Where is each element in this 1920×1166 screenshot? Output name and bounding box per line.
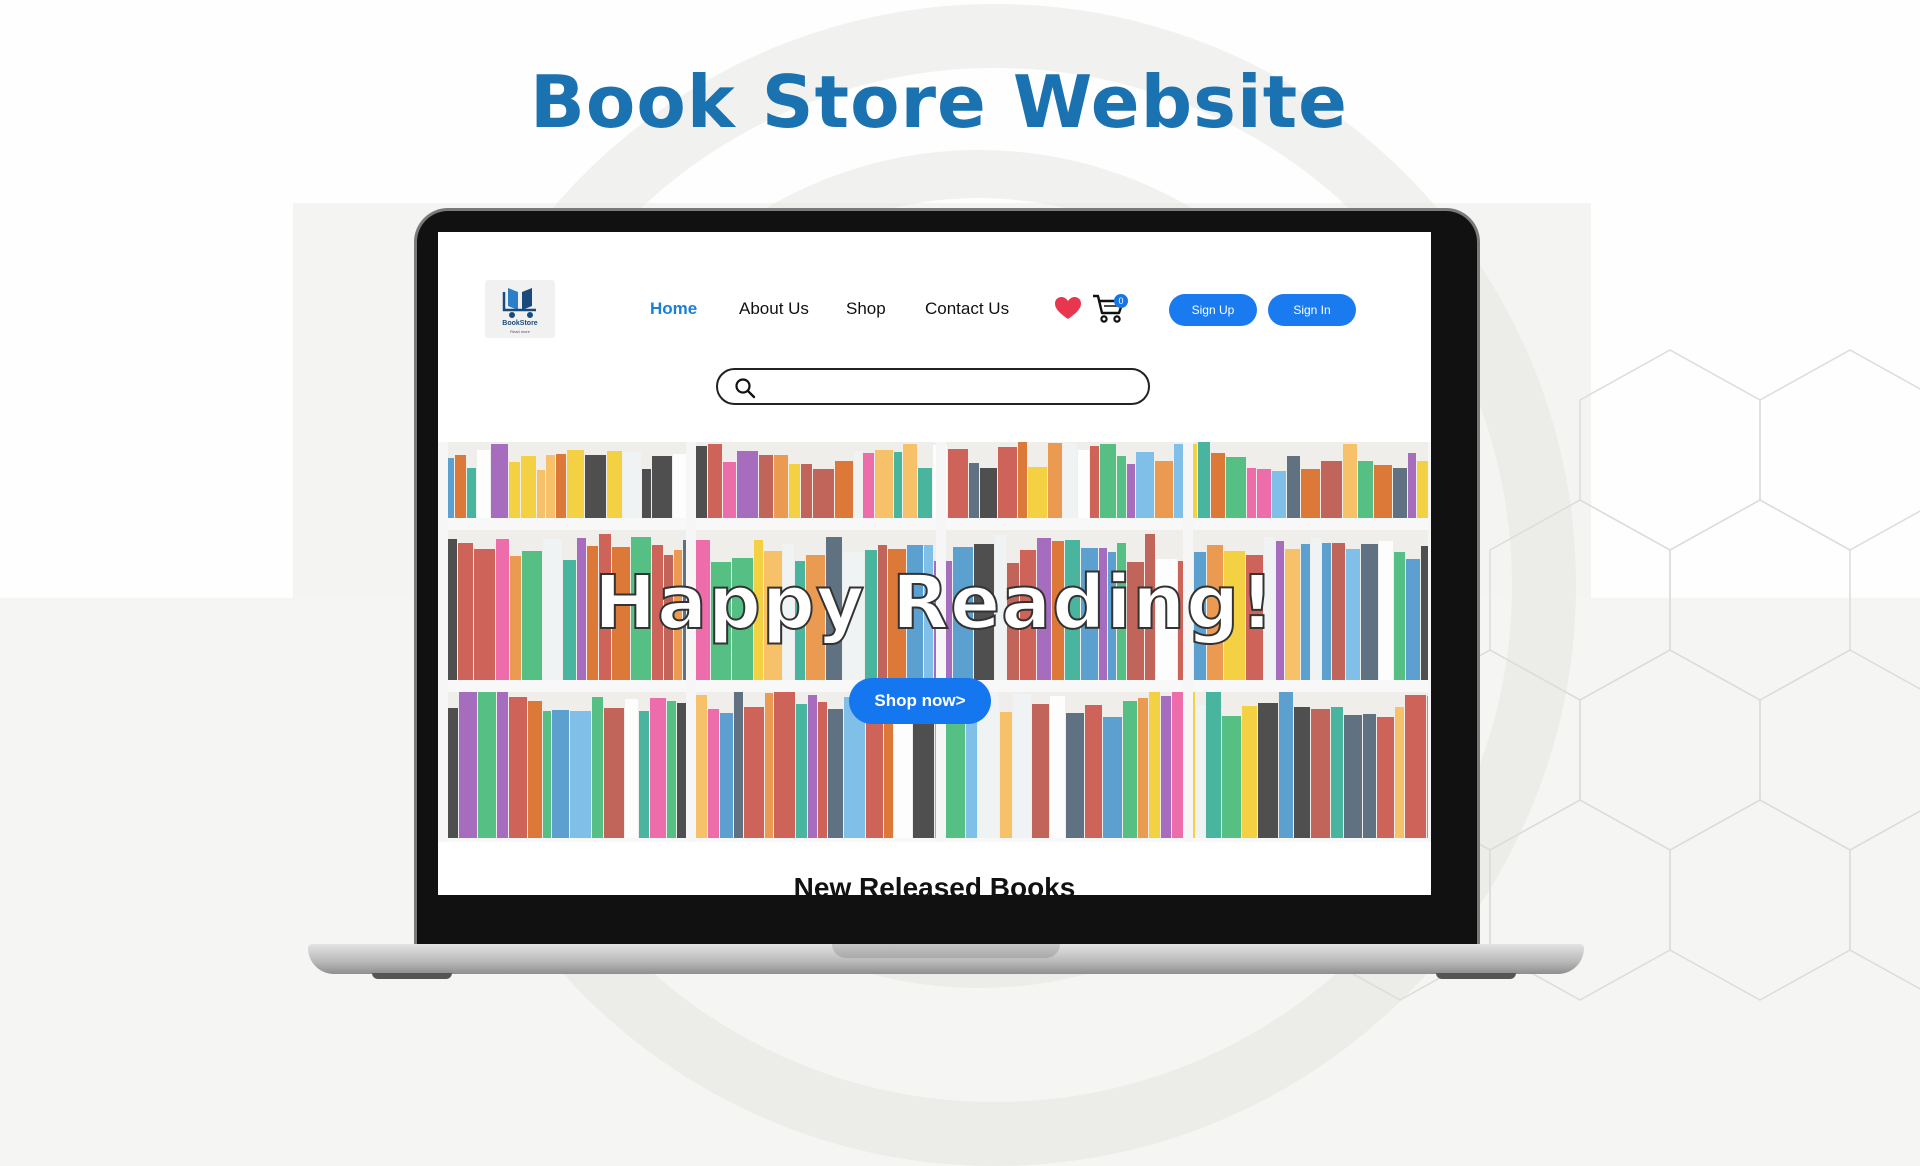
hero-title: Happy Reading! (593, 559, 1275, 647)
book-cart-logo-icon (502, 288, 536, 318)
search-input[interactable] (764, 375, 1138, 401)
laptop-foot-right (1436, 973, 1516, 979)
nav-home[interactable]: Home (650, 299, 697, 319)
hero-banner: Happy Reading! Shop now> (438, 442, 1431, 842)
laptop-base-groove (832, 944, 1060, 958)
new-released-books-heading: New Released Books (793, 872, 1076, 895)
shop-now-button[interactable]: Shop now> (849, 678, 991, 724)
search-icon[interactable] (734, 377, 756, 399)
logo-tagline: Read more (510, 329, 530, 334)
laptop-screen: BookStore Read more Home About Us Shop C… (438, 232, 1431, 895)
site-logo[interactable]: BookStore Read more (485, 280, 555, 338)
logo-name: BookStore (502, 320, 538, 327)
cart-count-badge: 0 (1114, 294, 1128, 308)
page-title: Book Store Website (530, 60, 1348, 144)
sign-up-button[interactable]: Sign Up (1169, 294, 1257, 326)
nav-about-us[interactable]: About Us (739, 299, 809, 319)
nav-shop[interactable]: Shop (846, 299, 886, 319)
search-bar[interactable] (716, 368, 1150, 405)
sign-in-button[interactable]: Sign In (1268, 294, 1356, 326)
nav-contact-us[interactable]: Contact Us (925, 299, 1009, 319)
laptop-foot-left (372, 973, 452, 979)
heart-icon[interactable] (1054, 296, 1082, 320)
